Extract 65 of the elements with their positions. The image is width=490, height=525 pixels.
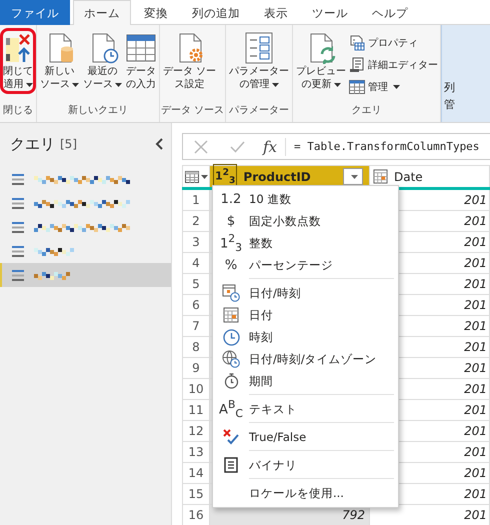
query-count: [5] [60,137,77,151]
ribbon-button[interactable]: 列 管 [441,25,490,122]
parameter-list-icon [244,32,274,64]
editor-icon [349,56,366,72]
type-symbol: % [224,258,238,272]
group-label: 新しいクエリ [67,104,129,118]
ribbon-tab[interactable]: ヘルプ [361,0,419,25]
group-label: パラメーター [228,104,290,118]
ribbon-button[interactable]: データ の入力 [124,29,158,93]
query-icon [12,198,24,208]
calendar-clock-icon [222,284,240,302]
globe-clock-icon [222,350,240,368]
ribbon-button[interactable]: 管理 [348,76,440,97]
column-header[interactable]: Date [370,165,490,187]
close-apply-icon [3,32,33,64]
table-icon [126,34,156,62]
caret-icon [26,83,32,87]
filter-button[interactable] [343,168,363,185]
binary-document-icon [224,457,238,473]
formula-text[interactable]: = Table.TransformColumnTypes [286,140,480,153]
cross-check-icon [223,429,239,445]
table-icon [184,170,198,182]
ribbon-button[interactable]: プレビュー の更新 [294,29,348,93]
ribbon-tab[interactable]: 変換 [133,0,179,25]
query-icon [12,174,24,184]
pane-title: クエリ [10,134,55,154]
collapse-icon[interactable] [155,138,163,150]
properties-icon [349,34,366,50]
ribbon-tab[interactable]: 表示 [253,0,299,25]
type-symbol: 1.2 [220,192,242,206]
ribbon-button[interactable]: 新しい ソース [38,29,81,93]
ribbon-button[interactable]: 閉じて 適用 [1,29,35,93]
query-icon [12,222,24,232]
column-header[interactable]: 1$^{2}$$_{3}$ ProductID [210,165,370,187]
type-symbol: $ [226,214,236,228]
query-icon [12,270,24,280]
ribbon-tab[interactable]: 列の追加 [181,0,251,25]
stopwatch-icon [224,373,238,389]
ribbon-button[interactable]: 最近の ソース [81,29,124,93]
group-label: 閉じる [2,104,34,118]
query-icon [12,246,24,256]
ribbon-button[interactable]: プロパティ [348,32,440,53]
table-icon [349,80,366,94]
caret-icon [115,83,122,87]
file-menu-tab[interactable]: ファイル [0,0,70,25]
caret-icon [200,174,208,178]
ribbon-tab[interactable]: ツール [301,0,359,25]
caret-icon [72,83,79,87]
query-item[interactable] [0,263,171,287]
caret-icon [272,83,279,87]
calendar-icon[interactable] [373,169,388,184]
group-label: クエリ [350,104,383,118]
calendar-icon [223,307,239,323]
clock-icon [222,328,240,346]
pixelated-name-drawing [34,246,74,256]
ribbon-button[interactable]: データ ソー ス設定 [161,29,218,93]
caret-icon [334,83,341,87]
pixelated-name-drawing [34,270,70,280]
group-label: データ ソース [161,104,224,118]
ribbon-tab[interactable]: ホーム [73,0,131,25]
caret-icon [350,174,358,178]
function-button[interactable]: fx [255,138,286,156]
ribbon-button[interactable]: パラメーター の管理 [227,29,292,93]
ribbon-button[interactable]: 詳細エディター [348,54,440,75]
caret-icon [393,84,400,88]
